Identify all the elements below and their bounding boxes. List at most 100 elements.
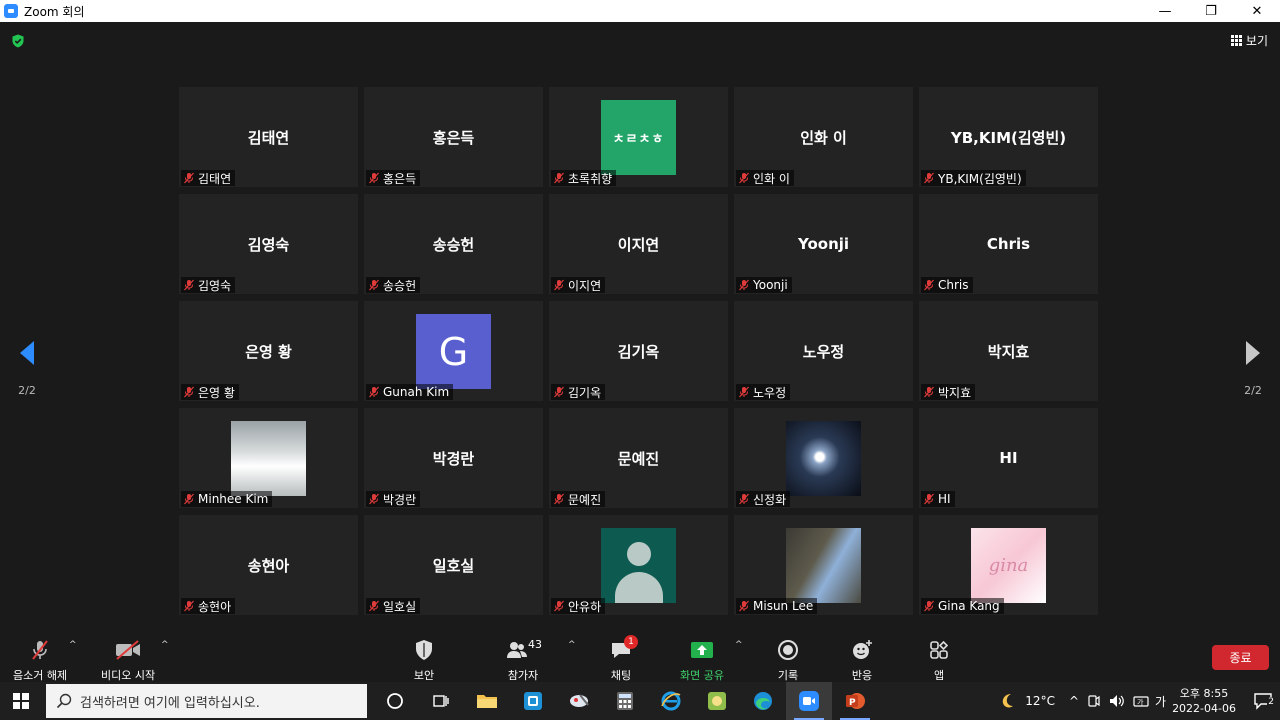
temperature-text[interactable]: 12°C — [1025, 694, 1055, 708]
participant-tile[interactable]: 은영 황 은영 황 — [179, 301, 358, 401]
participant-name: HI — [938, 492, 951, 506]
zoom-taskbar-icon[interactable] — [786, 682, 832, 720]
notification-center-button[interactable]: 2 — [1246, 692, 1280, 710]
record-button[interactable]: 기록 — [777, 638, 799, 683]
meet-now-icon[interactable] — [1087, 694, 1101, 708]
taskbar-search-box[interactable]: 검색하려면 여기에 입력하십시오. — [46, 684, 367, 718]
participant-tile[interactable]: 신정화 — [734, 408, 913, 508]
participant-tile[interactable]: Yoonji Yoonji — [734, 194, 913, 294]
chat-button[interactable]: 1 채팅 — [610, 635, 638, 683]
ime-mode-text[interactable]: 가 — [1155, 693, 1166, 710]
participant-tile[interactable]: YB,KIM(김영빈) YB,KIM(김영빈) — [919, 87, 1098, 187]
task-view-icon[interactable] — [418, 682, 464, 720]
file-explorer-icon[interactable] — [464, 682, 510, 720]
participant-tile[interactable]: 문예진 문예진 — [549, 408, 728, 508]
participant-tile[interactable]: 이지연 이지연 — [549, 194, 728, 294]
participant-name: 송현아 — [198, 599, 232, 614]
mic-muted-icon — [369, 493, 379, 505]
taskbar-clock[interactable]: 오후 8:55 2022-04-06 — [1172, 686, 1236, 716]
volume-icon[interactable] — [1109, 694, 1125, 708]
participant-tile[interactable]: 노우정 노우정 — [734, 301, 913, 401]
participant-name-label: 노우정 — [736, 384, 791, 400]
gallery-grid-icon — [1230, 35, 1242, 46]
participant-tile[interactable]: ㅊㄹㅊㅎ 초록취향 — [549, 87, 728, 187]
weather-moon-icon[interactable] — [999, 692, 1017, 710]
clock-date: 2022-04-06 — [1172, 702, 1236, 715]
video-options-caret-icon[interactable]: ^ — [161, 640, 169, 650]
participant-tile[interactable]: Minhee Kim — [179, 408, 358, 508]
participant-tile[interactable]: Chris Chris — [919, 194, 1098, 294]
participant-tile[interactable]: 인화 이 인화 이 — [734, 87, 913, 187]
participants-label: 참가자 — [507, 669, 539, 682]
participant-name: 김태연 — [198, 171, 232, 186]
powerpoint-icon[interactable]: P — [832, 682, 878, 720]
windows-start-icon[interactable] — [13, 693, 29, 709]
tray-expand-caret-icon[interactable]: ^ — [1069, 694, 1079, 708]
participants-button[interactable]: 43 참가자 — [506, 638, 542, 683]
view-button[interactable]: 보기 — [1230, 32, 1268, 49]
app-blue-icon[interactable] — [510, 682, 556, 720]
participants-options-caret-icon[interactable]: ^ — [568, 640, 576, 650]
svg-text:가: 가 — [1137, 698, 1144, 707]
apps-label: 앱 — [933, 669, 945, 682]
start-video-button[interactable]: 비디오 시작 — [101, 638, 155, 683]
participant-tile[interactable]: 송승헌 송승헌 — [364, 194, 543, 294]
app-green-icon[interactable] — [694, 682, 740, 720]
next-page-button[interactable]: 2/2 — [1243, 340, 1263, 397]
internet-explorer-icon[interactable] — [648, 682, 694, 720]
participant-tile[interactable]: 김영숙 김영숙 — [179, 194, 358, 294]
encryption-shield-icon[interactable] — [11, 34, 25, 48]
participant-tile[interactable]: 홍은득 홍은득 — [364, 87, 543, 187]
close-button[interactable]: ✕ — [1234, 0, 1280, 22]
avatar-text: G — [438, 329, 469, 374]
participant-name-label: 송승헌 — [366, 277, 421, 293]
participant-avatar: gina — [971, 528, 1046, 603]
mic-muted-icon — [369, 600, 379, 612]
previous-page-button[interactable]: 2/2 — [17, 340, 37, 397]
participant-name: YB,KIM(김영빈) — [938, 171, 1022, 186]
participant-tile[interactable]: G Gunah Kim — [364, 301, 543, 401]
participant-tile[interactable]: 김태연 김태연 — [179, 87, 358, 187]
share-screen-button[interactable]: 화면 공유 — [680, 638, 724, 683]
share-options-caret-icon[interactable]: ^ — [735, 640, 743, 650]
search-icon — [56, 693, 72, 709]
video-camera-off-icon — [116, 640, 141, 660]
audio-options-caret-icon[interactable]: ^ — [69, 640, 77, 650]
participant-avatar — [786, 528, 861, 603]
participant-tile[interactable]: gina Gina Kang — [919, 515, 1098, 615]
cortana-icon[interactable] — [372, 682, 418, 720]
participant-tile[interactable]: 박지효 박지효 — [919, 301, 1098, 401]
start-video-label: 비디오 시작 — [101, 669, 156, 682]
clock-time: 오후 8:55 — [1179, 687, 1229, 700]
triangle-right-icon — [1246, 341, 1260, 365]
participant-tile[interactable]: HI HI — [919, 408, 1098, 508]
participant-tile[interactable]: 안유하 — [549, 515, 728, 615]
page-indicator-right: 2/2 — [1244, 384, 1262, 397]
participant-name-label: Chris — [921, 277, 973, 293]
reaction-smiley-icon — [853, 640, 872, 659]
page-indicator-left: 2/2 — [18, 384, 36, 397]
apps-button[interactable]: 앱 — [928, 638, 950, 683]
participant-name: Yoonji — [753, 278, 788, 292]
calculator-icon[interactable] — [602, 682, 648, 720]
participant-name: 문예진 — [568, 492, 602, 507]
mic-muted-icon — [554, 386, 564, 398]
participant-tile[interactable]: Misun Lee — [734, 515, 913, 615]
keyboard-ime-icon[interactable]: 가 — [1133, 694, 1149, 708]
participant-name: 이지연 — [568, 278, 602, 293]
reactions-button[interactable]: 반응 — [851, 638, 873, 683]
participant-tile[interactable]: 일호실 일호실 — [364, 515, 543, 615]
meeting-area: 보기 2/2 2/2 김태연 김태연 홍은득 홍은득 ㅊㄹㅊㅎ 초록취향 인화 이 인화 이Y… — [0, 22, 1280, 632]
security-button[interactable]: 보안 — [413, 638, 435, 683]
end-meeting-button[interactable]: 종료 — [1212, 645, 1269, 670]
app-tool-icon[interactable] — [556, 682, 602, 720]
restore-button[interactable]: ❐ — [1188, 0, 1234, 22]
participant-name: 송승헌 — [383, 278, 417, 293]
participant-tile[interactable]: 박경란 박경란 — [364, 408, 543, 508]
minimize-button[interactable]: — — [1142, 0, 1188, 22]
edge-browser-icon[interactable] — [740, 682, 786, 720]
participant-tile[interactable]: 송현아 송현아 — [179, 515, 358, 615]
unmute-button[interactable]: 음소거 해제 — [13, 638, 67, 683]
windows-taskbar: 검색하려면 여기에 입력하십시오. P 12°C ^ 가 가 오후 8:55 2… — [0, 682, 1280, 720]
participant-tile[interactable]: 김기옥 김기옥 — [549, 301, 728, 401]
